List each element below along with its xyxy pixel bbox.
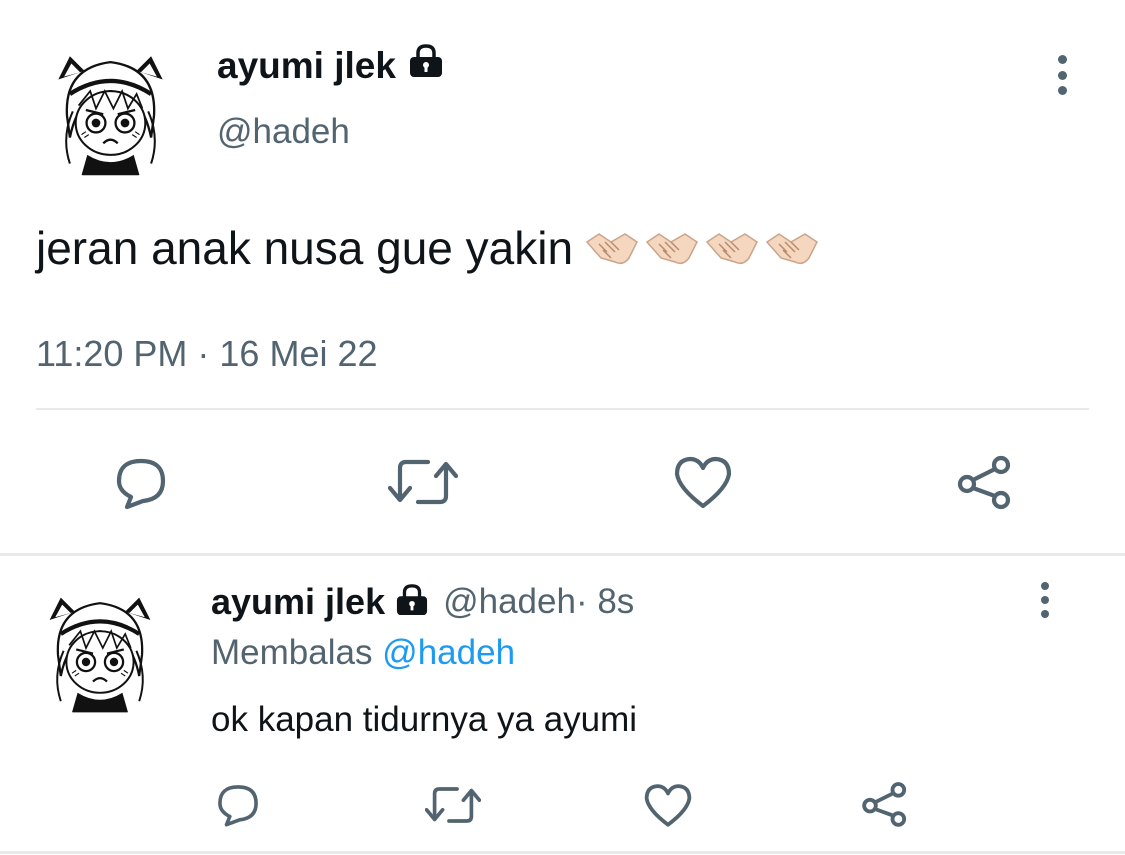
tweet-body: jeran anak nusa gue yakin bbox=[36, 222, 574, 274]
retweet-icon[interactable] bbox=[388, 454, 458, 510]
reply-icon[interactable] bbox=[215, 782, 261, 828]
main-tweet-handle[interactable]: @hadeh bbox=[217, 112, 350, 152]
divider bbox=[36, 408, 1089, 410]
avatar-illustration bbox=[30, 578, 170, 718]
like-icon[interactable] bbox=[673, 454, 733, 510]
replying-to: Membalas @hadeh bbox=[211, 633, 515, 673]
main-tweet-timestamp[interactable]: 11:20 PM · 16 Mei 22 bbox=[36, 333, 378, 375]
handshake-icon bbox=[585, 233, 639, 265]
divider bbox=[0, 553, 1125, 556]
reply-header: ayumi jlek @hadeh · 8s bbox=[211, 581, 634, 623]
share-icon[interactable] bbox=[955, 454, 1015, 510]
main-tweet-avatar[interactable] bbox=[38, 36, 183, 181]
display-name: ayumi jlek bbox=[217, 44, 396, 86]
replying-to-label: Membalas bbox=[211, 633, 383, 672]
main-tweet-author-name[interactable]: ayumi jlek bbox=[217, 44, 444, 87]
share-icon[interactable] bbox=[860, 780, 910, 828]
more-vertical-icon[interactable] bbox=[1034, 582, 1056, 618]
reply-author-handle[interactable]: @hadeh bbox=[443, 582, 576, 622]
lock-icon bbox=[395, 583, 429, 621]
more-vertical-icon[interactable] bbox=[1050, 55, 1074, 95]
like-icon[interactable] bbox=[643, 782, 693, 828]
reply-author-name[interactable]: ayumi jlek bbox=[211, 581, 385, 623]
handshake-icon bbox=[705, 233, 759, 265]
reply-text: ok kapan tidurnya ya ayumi bbox=[211, 700, 638, 739]
main-tweet-text: jeran anak nusa gue yakin bbox=[36, 221, 819, 275]
handshake-emoji-group bbox=[585, 228, 819, 268]
reply-time[interactable]: · 8s bbox=[576, 582, 634, 622]
retweet-icon[interactable] bbox=[425, 782, 481, 828]
handshake-icon bbox=[645, 233, 699, 265]
divider bbox=[0, 851, 1125, 854]
reply-avatar[interactable] bbox=[30, 578, 170, 718]
handshake-icon bbox=[765, 233, 819, 265]
reply-icon[interactable] bbox=[113, 455, 169, 511]
lock-icon bbox=[408, 44, 444, 87]
avatar-illustration bbox=[38, 36, 183, 181]
replying-to-mention[interactable]: @hadeh bbox=[382, 633, 515, 672]
